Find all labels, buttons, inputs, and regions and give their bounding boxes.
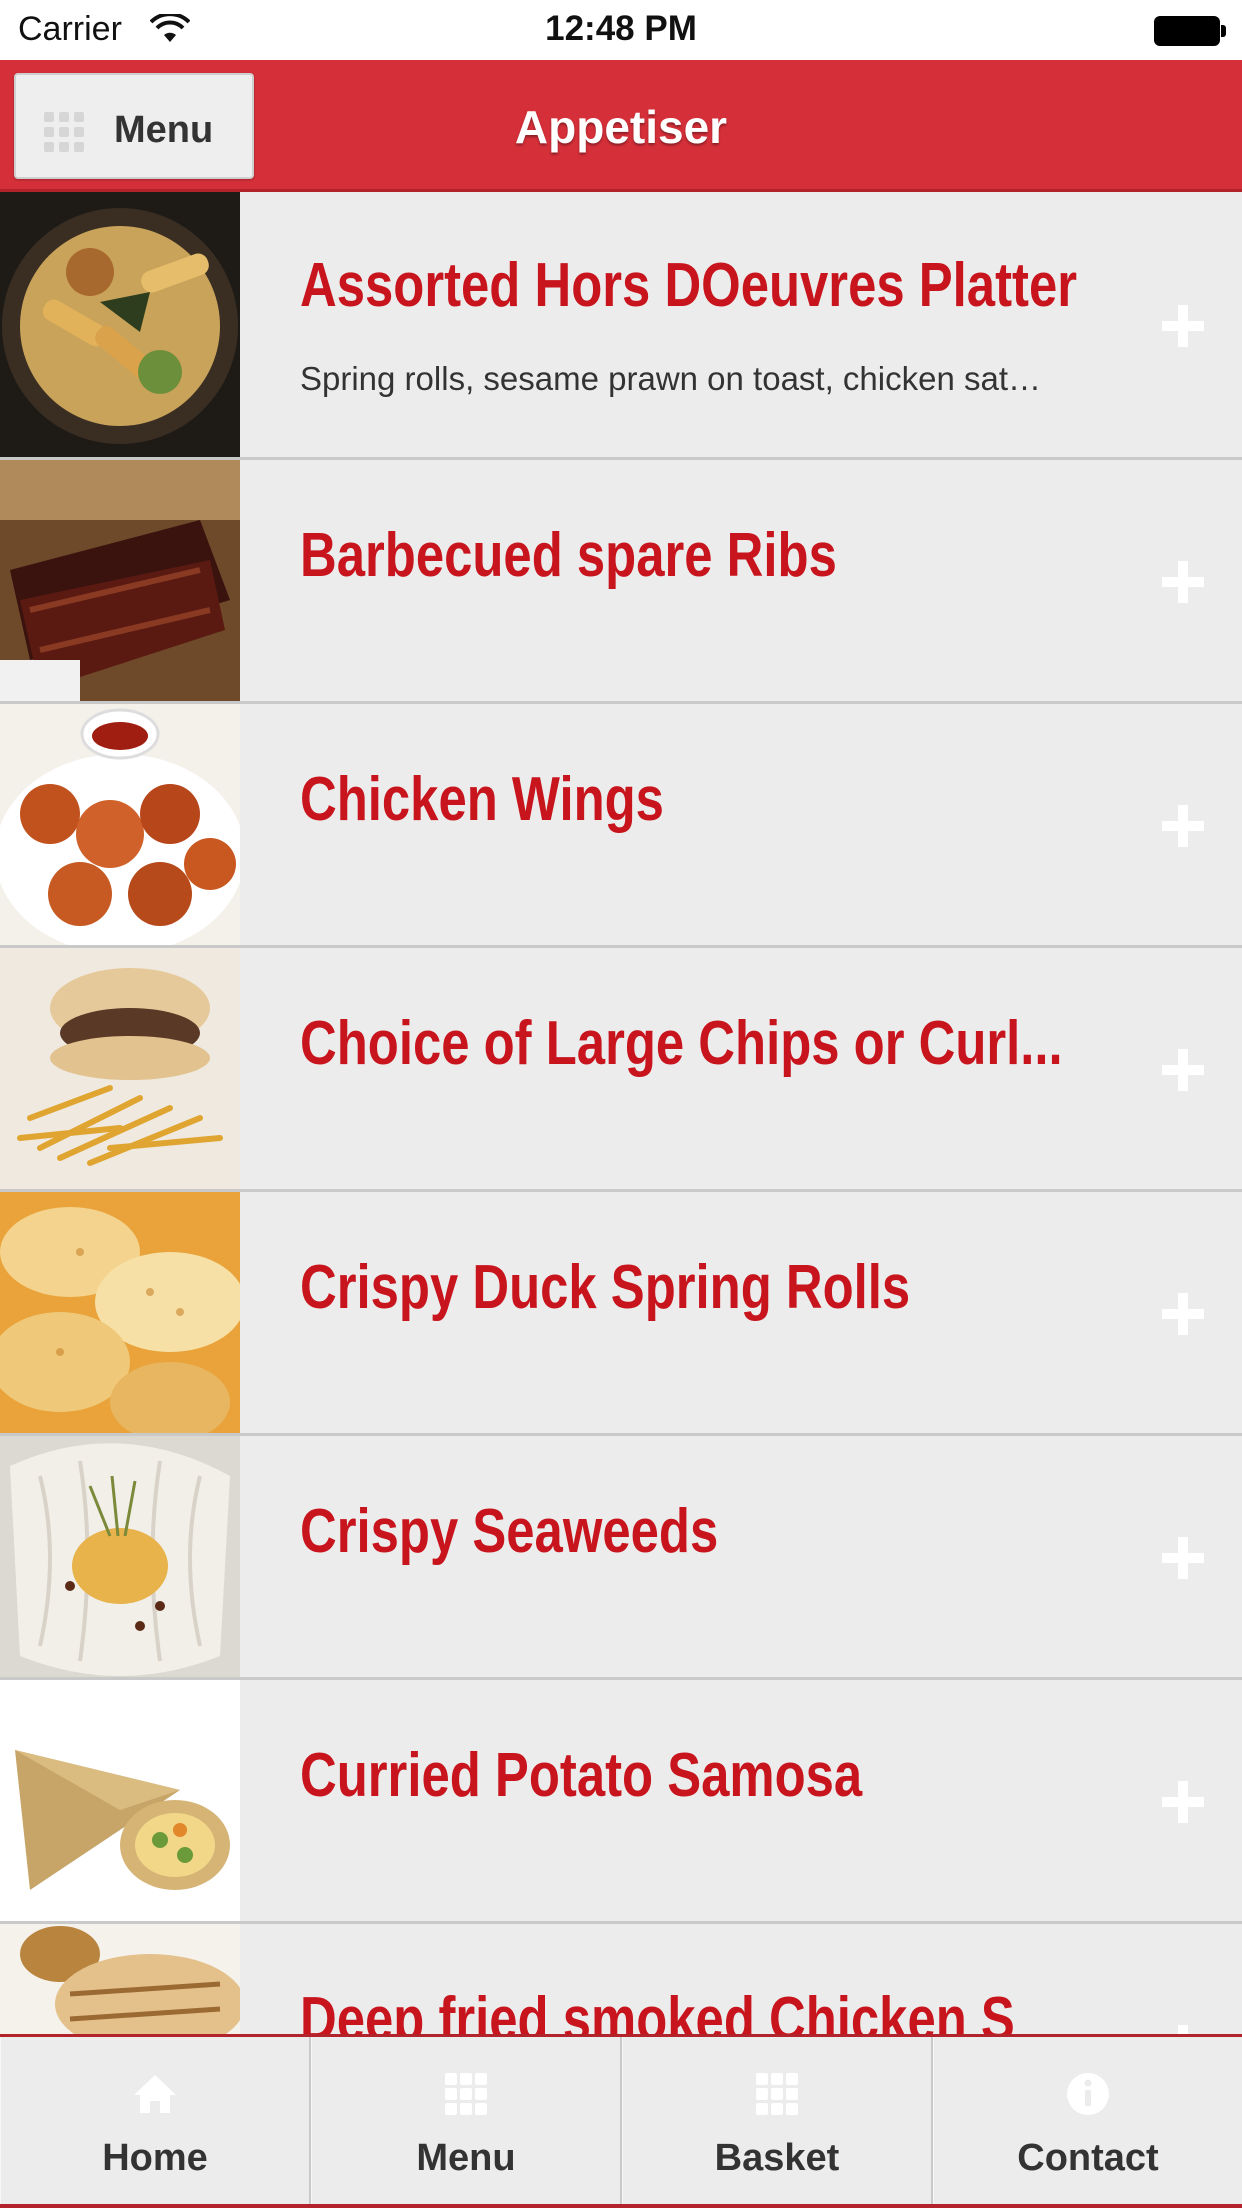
add-icon[interactable] [1162, 1537, 1204, 1579]
tab-menu[interactable]: Menu [311, 2037, 622, 2208]
list-item[interactable]: Barbecued spare Ribs [0, 460, 1242, 704]
battery-icon [1154, 16, 1226, 46]
tab-contact-label: Contact [1017, 2137, 1159, 2179]
list-item[interactable]: Chicken Wings [0, 704, 1242, 948]
add-icon[interactable] [1162, 1781, 1204, 1823]
item-title: Crispy Seaweeds [300, 1497, 719, 1566]
add-icon[interactable] [1162, 1049, 1204, 1091]
list-item[interactable]: Curried Potato Samosa [0, 1680, 1242, 1924]
item-title: Chicken Wings [300, 765, 664, 834]
ribs-icon [0, 460, 240, 701]
chicken-icon [0, 1924, 240, 2034]
list-item[interactable]: Assorted Hors DOeuvres Platter Spring ro… [0, 192, 1242, 460]
home-icon [134, 2075, 176, 2113]
list-item[interactable]: Deep fried smoked Chicken S [0, 1924, 1242, 2034]
add-icon[interactable] [1162, 2025, 1204, 2034]
grid-icon [756, 2073, 798, 2115]
add-icon[interactable] [1162, 1293, 1204, 1335]
item-title: Curried Potato Samosa [300, 1741, 863, 1810]
menu-list: Assorted Hors DOeuvres Platter Spring ro… [0, 192, 1242, 2034]
grid-icon [445, 2073, 487, 2115]
add-icon[interactable] [1162, 305, 1204, 347]
tab-contact[interactable]: Contact [933, 2037, 1242, 2208]
page-title: Appetiser [514, 101, 728, 153]
chips-icon [0, 948, 240, 1189]
status-bar: Carrier 12:48 PM [0, 0, 1242, 60]
tab-basket[interactable]: Basket [622, 2037, 933, 2208]
chicken-wings-icon [0, 704, 240, 945]
spring-rolls-icon [0, 1192, 240, 1433]
tab-home-label: Home [102, 2137, 208, 2179]
add-icon[interactable] [1162, 561, 1204, 603]
item-title: Assorted Hors DOeuvres Platter [300, 251, 1078, 320]
status-time: 12:48 PM [545, 9, 697, 48]
item-title: Barbecued spare Ribs [300, 521, 837, 590]
item-description: Spring rolls, sesame prawn on toast, chi… [300, 360, 1042, 397]
app-header: Menu Appetiser [0, 60, 1242, 192]
item-title: Deep fried smoked Chicken S [300, 1985, 1015, 2034]
item-title: Crispy Duck Spring Rolls [300, 1253, 911, 1322]
tab-bar: Home Menu Basket Contact [0, 2034, 1242, 2208]
food-platter-icon [0, 192, 240, 457]
list-item[interactable]: Crispy Seaweeds [0, 1436, 1242, 1680]
samosa-icon [0, 1680, 240, 1921]
list-item[interactable]: Choice of Large Chips or Curl... [0, 948, 1242, 1192]
tab-home[interactable]: Home [0, 2037, 311, 2208]
bottom-border [0, 2204, 1242, 2208]
info-icon [1067, 2073, 1109, 2115]
tab-basket-label: Basket [714, 2137, 840, 2179]
tab-menu-label: Menu [416, 2137, 516, 2179]
list-item[interactable]: Crispy Duck Spring Rolls [0, 1192, 1242, 1436]
add-icon[interactable] [1162, 805, 1204, 847]
seaweed-icon [0, 1436, 240, 1677]
item-title: Choice of Large Chips or Curl... [300, 1009, 1063, 1078]
